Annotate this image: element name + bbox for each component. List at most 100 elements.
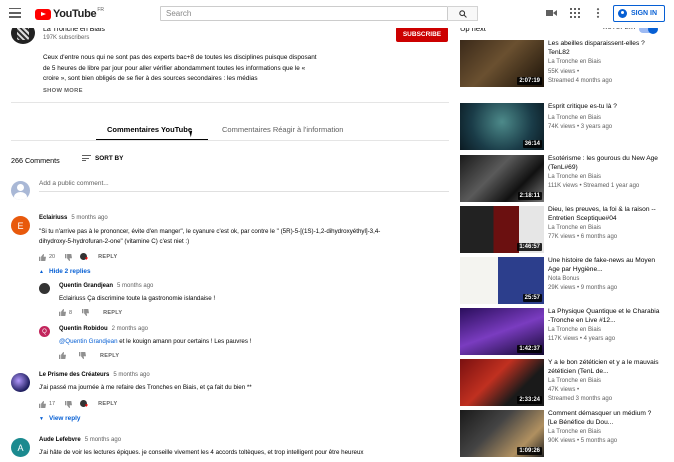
video-title[interactable]: Les abeilles disparaissent-elles ? TenL8… [548,40,660,57]
comment-time[interactable]: 5 months ago [117,283,153,289]
video-card[interactable]: 1:46:57 Dieu, les preuves, la foi & la r… [460,206,660,254]
video-thumbnail[interactable]: 2:07:19 [460,40,544,87]
comment-actions: REPLY [59,352,119,359]
video-channel[interactable]: La Tronche en Biais [548,174,601,180]
reply-button[interactable]: REPLY [103,310,122,316]
video-card[interactable]: 25:57 Une histoire de fake-news au Moyen… [460,257,660,305]
country-code: FR [97,7,104,13]
comment-line: et le kouign amann pour certains ! Les p… [117,338,252,345]
video-meta: 90K views • 5 months ago [548,438,618,444]
create-video-icon[interactable] [546,8,557,18]
comment-author[interactable]: Quentin Robidou [59,326,108,332]
reply-button[interactable]: REPLY [100,353,119,359]
thumb-down-icon[interactable] [82,309,90,316]
video-thumbnail[interactable]: 1:09:26 [460,410,544,457]
thumb-down-icon[interactable] [79,352,86,359]
comment-author[interactable]: Quentin Grandjean [59,283,113,289]
thumb-up-icon[interactable] [59,309,66,316]
comment-line: Eclairiuss Ça discrimine toute la gastro… [59,295,216,302]
commenter-avatar[interactable]: Q [39,326,50,337]
commenter-avatar[interactable]: E [11,216,30,235]
avatar-letter: A [17,442,24,453]
commenter-avatar[interactable]: A [11,438,30,457]
commenter-avatar[interactable] [39,283,50,294]
video-thumbnail[interactable]: 2:18:11 [460,155,544,202]
reply-button[interactable]: REPLY [98,254,117,260]
video-card[interactable]: 1:09:26 Comment démasquer un médium ? [L… [460,410,660,458]
sign-in-button[interactable]: SIGN IN [613,5,665,22]
add-comment-input[interactable]: Add a public comment... [39,180,449,192]
comment-line: dihydroxy-5-hydrofuran-2-one" (vitamine … [39,238,190,245]
commenter-avatar[interactable] [11,373,30,392]
video-channel[interactable]: La Tronche en Biais [548,378,601,384]
youtube-logo[interactable]: YouTube FR [35,7,104,20]
video-title[interactable]: Dieu, les preuves, la foi & la raison --… [548,206,660,223]
divider [11,140,449,141]
comment-time[interactable]: 5 months ago [71,215,107,221]
video-meta: 55K views • [548,69,580,75]
video-thumbnail[interactable]: 1:46:57 [460,206,544,253]
video-meta: 111K views • Streamed 1 year ago [548,183,640,189]
tab-youtube-comments[interactable]: Commentaires YouTube [107,125,192,134]
comment-actions: 17 ♥ REPLY [39,400,117,409]
menu-icon[interactable] [9,8,21,18]
video-thumbnail[interactable]: 2:33:24 [460,359,544,406]
video-duration: 1:46:57 [517,243,542,251]
video-channel[interactable]: La Tronche en Biais [548,327,601,333]
video-card[interactable]: 1:42:37 La Physique Quantique et le Char… [460,308,660,356]
thumb-down-icon[interactable] [65,253,73,261]
video-card[interactable]: 36:14 Esprit critique es-tu là ? La Tron… [460,103,660,151]
video-card[interactable]: 2:07:19 Les abeilles disparaissent-elles… [460,40,660,88]
video-title[interactable]: Comment démasquer un médium ? [Le Bénéfi… [548,410,660,427]
thumb-up-icon[interactable] [39,400,46,408]
comment-time[interactable]: 5 months ago [113,372,149,378]
mouse-cursor-icon [189,130,194,138]
video-title[interactable]: Esotérisme : les gourous du New Age (Ten… [548,155,660,172]
video-duration: 2:33:24 [517,396,542,404]
logo-text: YouTube [53,8,97,20]
comment-count: 266 Comments [11,156,60,165]
video-thumbnail[interactable]: 1:42:37 [460,308,544,355]
video-card[interactable]: 2:18:11 Esotérisme : les gourous du New … [460,155,660,203]
comment-author[interactable]: Aude Lefebvre [39,437,81,443]
video-channel[interactable]: La Tronche en Biais [548,115,601,121]
reply-button[interactable]: REPLY [98,401,117,407]
account-icon [618,9,627,18]
comment-line: "Si tu n'arrive pas à le prononcer, évit… [39,228,381,235]
video-card[interactable]: 2:33:24 Y a le bon zététicien et y a le … [460,359,660,407]
comment-time[interactable]: 5 months ago [85,437,121,443]
view-reply-button[interactable]: ▼ View reply [39,415,80,422]
avatar-letter: E [17,220,24,231]
video-channel[interactable]: La Tronche en Biais [548,59,601,65]
mention-link[interactable]: @Quentin Grandjean [59,338,118,345]
video-title[interactable]: La Physique Quantique et le Charabia -Tr… [548,308,660,325]
comment-meta: Quentin Grandjean 5 months ago [59,283,153,289]
video-channel[interactable]: La Tronche en Biais [548,225,601,231]
video-title[interactable]: Une histoire de fake-news au Moyen Age p… [548,257,660,274]
thumb-up-icon[interactable] [39,253,46,261]
video-channel[interactable]: La Tronche en Biais [548,429,601,435]
tab-reagir-comments[interactable]: Commentaires Réagir à l'information [222,125,343,134]
sort-by-button[interactable]: SORT BY [82,155,123,163]
video-thumbnail[interactable]: 36:14 [460,103,544,150]
divider [11,102,449,103]
video-title[interactable]: Y a le bon zététicien et y a le mauvais … [548,359,660,376]
apps-grid-icon[interactable] [570,8,580,18]
comment-author[interactable]: Eclairiuss [39,215,67,221]
thumb-down-icon[interactable] [65,400,73,408]
creator-heart: ♥ [80,253,90,262]
video-thumbnail[interactable]: 25:57 [460,257,544,304]
hide-replies-button[interactable]: ▲ Hide 2 replies [39,268,91,275]
thumb-up-icon[interactable] [59,352,66,359]
comment-text: "Si tu n'arrive pas à le prononcer, évit… [39,227,449,247]
video-channel[interactable]: Nota Bonus [548,276,579,282]
video-title[interactable]: Esprit critique es-tu là ? [548,103,660,112]
search-button[interactable] [448,6,478,21]
video-meta: 74K views • 3 years ago [548,124,613,130]
search-input[interactable]: Search [160,6,448,21]
comment-author[interactable]: Le Prisme des Créateurs [39,372,109,378]
show-more-button[interactable]: SHOW MORE [43,88,83,94]
more-vert-icon[interactable] [596,8,600,18]
comment-time[interactable]: 2 months ago [112,326,148,332]
subscribe-button[interactable]: SUBSCRIBE [396,27,448,42]
